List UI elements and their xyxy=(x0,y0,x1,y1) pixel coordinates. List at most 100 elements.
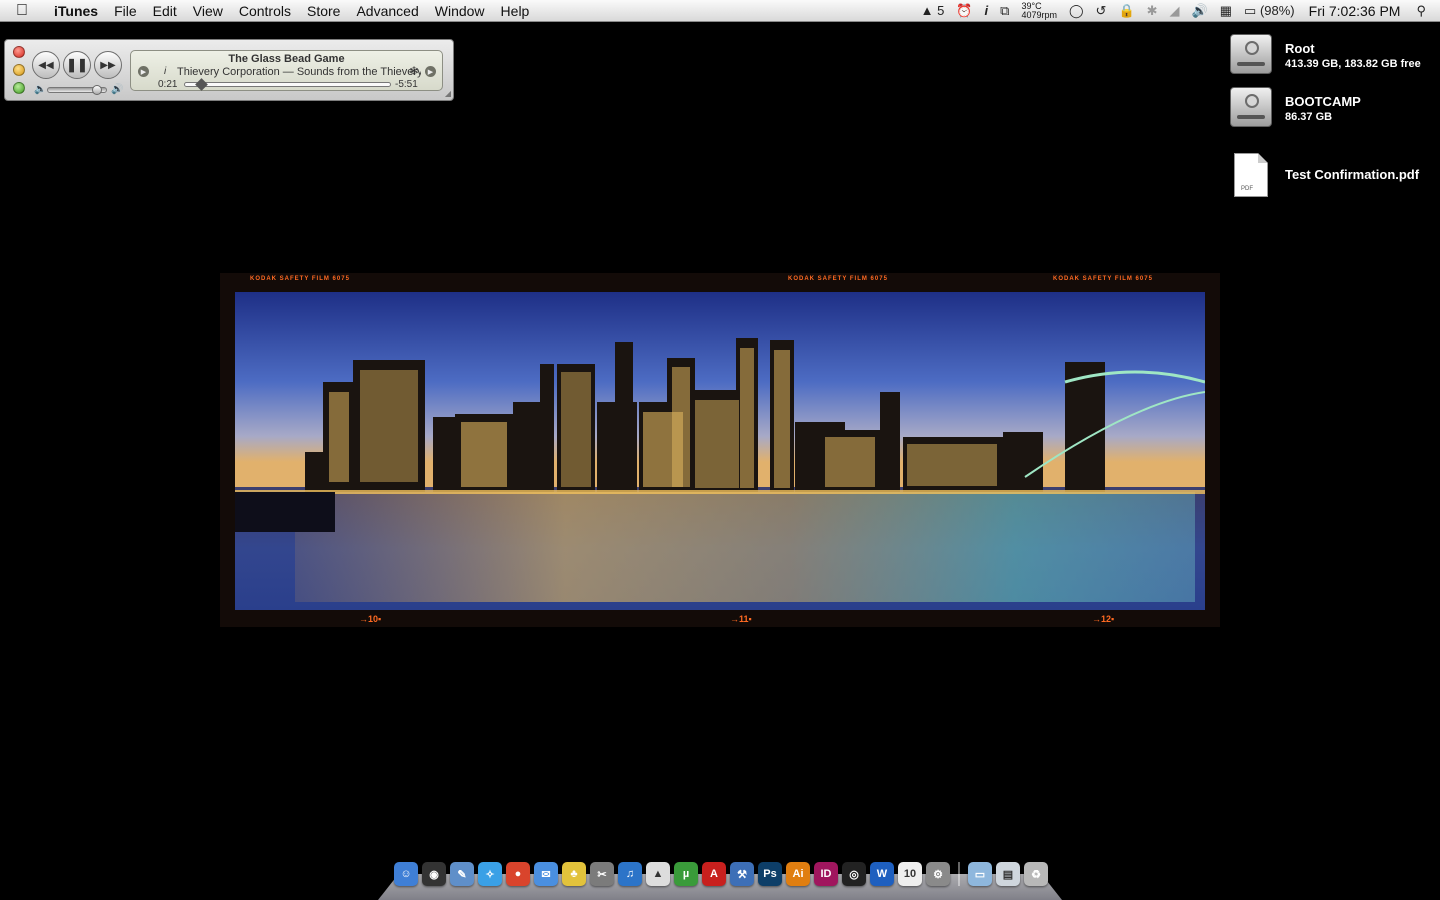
temperature-monitor[interactable]: 39°C 4079rpm xyxy=(1015,1,1063,20)
remaining-time: -5:51 xyxy=(395,79,418,90)
city-skyline-photo xyxy=(235,292,1205,610)
menu-extras: ▲ 5 ⏰ i ⧉ 39°C 4079rpm ◯ ↺ 🔒 ✱ ◢ 🔊 ▦ ▭ (… xyxy=(915,0,1440,22)
apple-menu-icon[interactable]:  xyxy=(0,2,44,20)
menu-view[interactable]: View xyxy=(185,0,231,22)
volume-icon[interactable]: 🔊 xyxy=(1186,0,1214,22)
fast-forward-icon: ▶▶ xyxy=(100,59,116,71)
artist-album: Thievery Corporation — Sounds from the T… xyxy=(177,66,421,78)
trash-icon[interactable]: ♻ xyxy=(1024,862,1048,886)
menu-advanced[interactable]: Advanced xyxy=(348,0,426,22)
elapsed-time: 0:21 xyxy=(158,79,178,90)
xcode-icon[interactable]: ⚒ xyxy=(730,862,754,886)
battery-percent: (98%) xyxy=(1259,2,1295,18)
menu-window[interactable]: Window xyxy=(427,0,493,22)
hard-drive-icon xyxy=(1230,34,1272,74)
aperture-icon[interactable]: ◎ xyxy=(842,862,866,886)
rewind-icon: ◀◀ xyxy=(38,59,54,71)
page-fold xyxy=(1258,153,1268,163)
window-resize-icon[interactable]: ⧉ xyxy=(994,0,1015,22)
track-info-icon[interactable]: i xyxy=(164,66,166,77)
downloads-stack-icon[interactable]: ▤ xyxy=(996,862,1020,886)
input-menu-icon[interactable]: ▦ xyxy=(1214,0,1238,22)
menu-file[interactable]: File xyxy=(106,0,145,22)
safari-icon[interactable]: ✧ xyxy=(478,862,502,886)
menu-clock[interactable]: Fri 7:02:36 PM xyxy=(1301,3,1411,19)
drive-disc-detail xyxy=(1245,94,1259,108)
drive-capacity: 413.39 GB, 183.82 GB free xyxy=(1285,58,1421,70)
volume-low-icon: 🔈 xyxy=(34,84,47,95)
cycle-display-icon[interactable]: ▶ xyxy=(425,66,436,77)
acrobat-icon[interactable]: A xyxy=(702,862,726,886)
close-window-button[interactable] xyxy=(13,46,25,58)
adobe-updater-status[interactable]: ▲ 5 xyxy=(915,0,951,22)
itunes-mini-player: ◀◀ ❚❚ ▶▶ 🔈 🔊 The Glass Bead Game ▶ i Thi… xyxy=(4,39,454,101)
chrome-icon[interactable]: ● xyxy=(506,862,530,886)
info-menu-icon[interactable]: i xyxy=(979,0,995,22)
zoom-window-button[interactable] xyxy=(13,82,25,94)
volume-slider[interactable] xyxy=(47,85,107,95)
next-track-button[interactable]: ▶▶ xyxy=(94,51,122,79)
finder-icon[interactable]: ☺ xyxy=(394,862,418,886)
menu-app-itunes[interactable]: iTunes xyxy=(44,0,106,22)
film-frame-number: →11▪ xyxy=(730,614,752,624)
pdf-document-icon: PDF xyxy=(1234,153,1268,197)
desktop-drive-bootcamp[interactable]: BOOTCAMP 86.37 GB xyxy=(1230,87,1361,127)
desktop-drive-root[interactable]: Root 413.39 GB, 183.82 GB free xyxy=(1230,34,1421,74)
song-title: The Glass Bead Game xyxy=(228,53,345,65)
lock-icon[interactable]: 🔒 xyxy=(1112,0,1140,22)
previous-track-button[interactable]: ◀◀ xyxy=(32,51,60,79)
applications-folder-icon[interactable]: ▭ xyxy=(968,862,992,886)
volume-slider-knob[interactable] xyxy=(92,85,103,95)
drive-disc-detail xyxy=(1245,41,1259,55)
bluetooth-icon[interactable]: ✱ xyxy=(1141,0,1164,22)
play-pause-button[interactable]: ❚❚ xyxy=(63,51,91,79)
battery-icon: ▭ xyxy=(1244,2,1257,18)
itunes-icon[interactable]: ♫ xyxy=(618,862,642,886)
dashboard-icon[interactable]: ◉ xyxy=(422,862,446,886)
adobe-update-count: 5 xyxy=(937,2,945,18)
playback-progress-bar[interactable] xyxy=(184,78,391,91)
desktop-file-pdf[interactable]: PDF Test Confirmation.pdf xyxy=(1230,153,1419,197)
film-frame-number: →12▪ xyxy=(1092,614,1115,624)
drive-capacity: 86.37 GB xyxy=(1285,111,1333,123)
wallpaper-panorama: KODAK SAFETY FILM 6075 KODAK SAFETY FILM… xyxy=(220,273,1220,627)
skyline-illustration xyxy=(235,292,1205,610)
alarm-clock-icon[interactable]: ⏰ xyxy=(950,0,978,22)
dock-icons: ☺ ◉ ✎ ✧ ● ✉ ♣ ✂ ♫ ▲ µ A ⚒ Ps Ai ID ◎ W 10 ⚙ ▭ ▤ ♻ xyxy=(394,862,1048,886)
system-preferences-icon[interactable]: ⚙ xyxy=(926,862,950,886)
time-machine-icon[interactable]: ↺ xyxy=(1090,0,1113,22)
drive-name: BOOTCAMP xyxy=(1285,94,1361,109)
menu-edit[interactable]: Edit xyxy=(145,0,185,22)
minimize-window-button[interactable] xyxy=(13,64,25,76)
ichat-icon[interactable]: ✉ xyxy=(534,862,558,886)
file-name: Test Confirmation.pdf xyxy=(1285,167,1420,182)
dock: ☺ ◉ ✎ ✧ ● ✉ ♣ ✂ ♫ ▲ µ A ⚒ Ps Ai ID ◎ W 10 ⚙ ▭ ▤ ♻ xyxy=(378,858,1062,900)
adobe-icon: ▲ xyxy=(920,2,934,18)
battery-status[interactable]: ▭ (98%) xyxy=(1238,0,1301,22)
speech-bubble-icon[interactable]: ◯ xyxy=(1063,0,1090,22)
indesign-icon[interactable]: ID xyxy=(814,862,838,886)
photoshop-icon[interactable]: Ps xyxy=(758,862,782,886)
play-indicator-icon: ▶ xyxy=(138,66,149,77)
word-icon[interactable]: W xyxy=(870,862,894,886)
menu-store[interactable]: Store xyxy=(299,0,348,22)
film-edge-mark: KODAK SAFETY FILM 6075 xyxy=(788,276,888,282)
film-frame-number: →10▪ xyxy=(359,614,382,624)
preview-icon[interactable]: ✎ xyxy=(450,862,474,886)
resize-grip-icon[interactable]: ◢ xyxy=(445,89,451,98)
menu-help[interactable]: Help xyxy=(493,0,538,22)
adium-icon[interactable]: ♣ xyxy=(562,862,586,886)
genius-icon[interactable]: ❄ xyxy=(409,64,419,78)
wifi-icon[interactable]: ◢ xyxy=(1164,0,1186,22)
vlc-icon[interactable]: ▲ xyxy=(646,862,670,886)
illustrator-icon[interactable]: Ai xyxy=(786,862,810,886)
ical-icon[interactable]: 10 xyxy=(898,862,922,886)
spotlight-search-icon[interactable]: ⚲ xyxy=(1410,0,1440,22)
drive-name: Root xyxy=(1285,41,1315,56)
pdf-type-label: PDF xyxy=(1241,186,1253,192)
menu-controls[interactable]: Controls xyxy=(231,0,299,22)
utorrent-icon[interactable]: µ xyxy=(674,862,698,886)
script-editor-icon[interactable]: ✂ xyxy=(590,862,614,886)
playhead-knob[interactable] xyxy=(195,78,208,91)
now-playing-display[interactable]: The Glass Bead Game ▶ i Thievery Corpora… xyxy=(130,50,443,91)
